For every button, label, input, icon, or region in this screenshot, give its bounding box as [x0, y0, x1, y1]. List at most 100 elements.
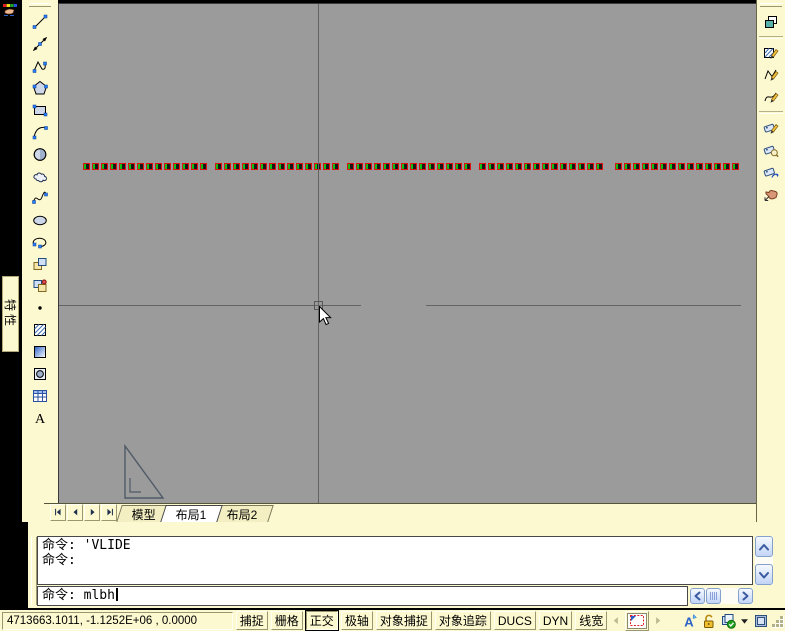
- clean-screen-button[interactable]: [753, 613, 769, 629]
- entity-cell: [723, 163, 730, 170]
- command-history[interactable]: 命令: 'VLIDE 命令:: [37, 536, 753, 585]
- make-block-button[interactable]: [30, 276, 50, 296]
- entity-cell: [128, 163, 135, 170]
- command-input[interactable]: 命令: mlbh: [37, 586, 688, 606]
- revision-cloud-icon: [32, 168, 48, 184]
- viewport-toggle-button[interactable]: [625, 610, 650, 631]
- toggle-DUCS[interactable]: DUCS: [493, 611, 536, 630]
- next-layout-button[interactable]: [652, 614, 664, 628]
- block-attribute-manager-button[interactable]: [761, 140, 781, 160]
- line-icon: [32, 14, 48, 30]
- ellipse-arc-button[interactable]: [30, 232, 50, 252]
- scroll-right-button[interactable]: [738, 588, 753, 604]
- tab-nav-next-button[interactable]: [84, 504, 100, 521]
- coordinates-text: 4713663.1011, -1.1252E+06 , 0.0000: [7, 614, 198, 627]
- line-button[interactable]: [30, 12, 50, 32]
- table-button[interactable]: [30, 386, 50, 406]
- entity-cell: [569, 163, 576, 170]
- entity-cell: [242, 163, 249, 170]
- command-scrollbar[interactable]: [755, 536, 773, 585]
- crosshair-horizontal-line: [426, 305, 741, 306]
- scroll-up-button[interactable]: [755, 536, 773, 557]
- entity-cell: [410, 163, 417, 170]
- spline-button[interactable]: [30, 188, 50, 208]
- circle-button[interactable]: [30, 144, 50, 164]
- mouse-cursor: [319, 306, 332, 326]
- point-button[interactable]: [30, 298, 50, 318]
- cad-application-window: 特性 A 模型 布局1 布局2 命令: 'VLIDE 命令: 命令: mlbh …: [0, 0, 785, 631]
- edit-hatch-button[interactable]: [761, 43, 781, 63]
- tab-nav-first-button[interactable]: [50, 504, 66, 521]
- ellipse-button[interactable]: [30, 210, 50, 230]
- entity-cell: [642, 163, 649, 170]
- entity-cell: [560, 163, 567, 170]
- polyline-button[interactable]: [30, 56, 50, 76]
- properties-tab-label: 特性: [3, 298, 17, 329]
- construction-line-button[interactable]: [30, 34, 50, 54]
- properties-palette-tab[interactable]: 特性: [2, 276, 19, 352]
- command-history-line: 命令:: [42, 553, 76, 568]
- rectangle-button[interactable]: [30, 100, 50, 120]
- entity-cell: [383, 163, 390, 170]
- edit-spline-button[interactable]: [761, 87, 781, 107]
- edit-spline-icon: [763, 89, 779, 105]
- toggle-正交[interactable]: 正交: [304, 610, 339, 631]
- toggle-对象捕捉[interactable]: 对象捕捉: [375, 611, 432, 630]
- modify2-toolbar: [756, 0, 785, 522]
- annotation-scale-button[interactable]: A: [682, 613, 698, 629]
- entity-cell: [155, 163, 162, 170]
- toggle-DYN[interactable]: DYN: [538, 611, 573, 630]
- polygon-button[interactable]: [30, 78, 50, 98]
- entity-cell: [92, 163, 99, 170]
- edit-attribute-button[interactable]: [761, 118, 781, 138]
- toggle-栅格[interactable]: 栅格: [270, 611, 303, 630]
- toggle-捕捉[interactable]: 捕捉: [235, 611, 268, 630]
- scroll-track[interactable]: [721, 588, 738, 604]
- tab-nav-last-button[interactable]: [101, 504, 117, 521]
- entity-cell: [651, 163, 658, 170]
- prev-layout-button[interactable]: [610, 614, 622, 628]
- edit-polyline-button[interactable]: [761, 65, 781, 85]
- revision-cloud-button[interactable]: [30, 166, 50, 186]
- status-tray: A: [610, 610, 769, 631]
- toolbar-lock-button[interactable]: [701, 613, 717, 629]
- hatch-button[interactable]: [30, 320, 50, 340]
- tool-palette-icon[interactable]: [1, 1, 19, 19]
- toolbar-drag-handle[interactable]: [29, 3, 51, 7]
- toggle-线宽[interactable]: 线宽: [575, 611, 608, 630]
- edit-hatch-icon: [763, 45, 779, 61]
- draw-order-button[interactable]: [761, 12, 781, 32]
- annotation-visibility-button[interactable]: [720, 613, 737, 629]
- region-button[interactable]: [30, 364, 50, 384]
- scroll-down-button[interactable]: [755, 564, 773, 585]
- entity-cell: [624, 163, 631, 170]
- status-menu-button[interactable]: [739, 614, 750, 628]
- entity-cell: [401, 163, 408, 170]
- tab-nav-prev-button[interactable]: [67, 504, 83, 521]
- entity-cell: [515, 163, 522, 170]
- entity-cell: [419, 163, 426, 170]
- drawing-canvas[interactable]: [58, 3, 756, 504]
- toggle-对象追踪[interactable]: 对象追踪: [434, 611, 491, 630]
- tab-布局1[interactable]: 布局1: [160, 505, 223, 522]
- spline-icon: [32, 190, 48, 206]
- paper-space-ucs-icon: [124, 443, 165, 499]
- multiline-text-button[interactable]: A: [30, 408, 50, 428]
- sync-attributes-icon: [763, 164, 779, 180]
- insert-block-button[interactable]: [30, 254, 50, 274]
- scroll-left-button[interactable]: [690, 588, 705, 604]
- sync-attributes-button[interactable]: [761, 162, 781, 182]
- toggle-极轴[interactable]: 极轴: [340, 611, 373, 630]
- edit-attribute-global-button[interactable]: [761, 184, 781, 204]
- entity-cell: [506, 163, 513, 170]
- toolbar-drag-handle[interactable]: [760, 3, 782, 7]
- gradient-button[interactable]: [30, 342, 50, 362]
- window-resize-grip[interactable]: [772, 614, 785, 628]
- entity-cell: [287, 163, 294, 170]
- arc-button[interactable]: [30, 122, 50, 142]
- region-icon: [32, 366, 48, 382]
- command-hscrollbar[interactable]: [690, 588, 753, 604]
- tab-label: 布局1: [175, 507, 207, 522]
- command-window: 命令: 'VLIDE 命令: 命令: mlbh: [28, 522, 785, 608]
- scroll-thumb[interactable]: [706, 588, 721, 604]
